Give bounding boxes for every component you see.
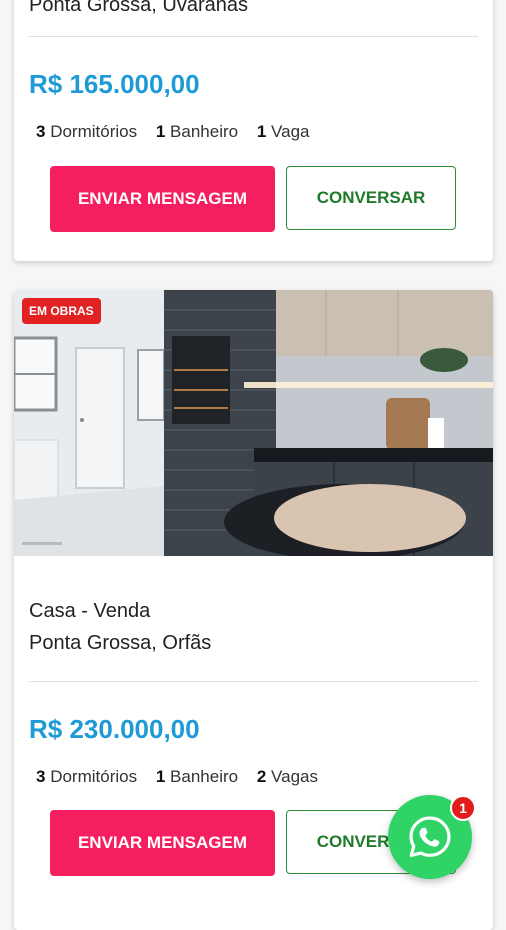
divider xyxy=(29,681,478,682)
chat-button[interactable]: CONVERSAR xyxy=(286,166,456,230)
send-message-button[interactable]: ENVIAR MENSAGEM xyxy=(50,810,275,876)
bathrooms-count: 1 xyxy=(155,767,166,786)
send-message-button[interactable]: ENVIAR MENSAGEM xyxy=(50,166,275,232)
divider xyxy=(29,36,478,37)
listing-location: Ponta Grossa, Uvaranas xyxy=(29,0,248,16)
listing-card[interactable]: Ponta Grossa, Uvaranas R$ 165.000,00 3 D… xyxy=(14,0,493,261)
bedrooms-count: 3 xyxy=(36,767,46,786)
notification-badge: 1 xyxy=(450,795,476,821)
whatsapp-icon xyxy=(409,816,451,858)
listing-type: Casa - Venda xyxy=(29,600,151,622)
listing-photo[interactable]: EM OBRAS xyxy=(14,290,493,556)
listing-features: 3 Dormitórios 1 Banheiro 2 Vagas xyxy=(36,767,318,787)
parking-count: 1 xyxy=(256,122,267,141)
bathrooms-label: Banheiro xyxy=(170,767,239,786)
bedrooms-count: 3 xyxy=(36,122,46,141)
parking-label: Vaga xyxy=(271,122,310,141)
bedrooms-label: Dormitórios xyxy=(50,767,138,786)
bathrooms-count: 1 xyxy=(155,122,166,141)
listing-price: R$ 230.000,00 xyxy=(29,714,200,744)
listing-features: 3 Dormitórios 1 Banheiro 1 Vaga xyxy=(36,122,310,142)
listing-location: Ponta Grossa, Orfãs xyxy=(29,632,212,654)
parking-label: Vagas xyxy=(271,767,318,786)
bedrooms-label: Dormitórios xyxy=(50,122,138,141)
parking-count: 2 xyxy=(256,767,267,786)
listing-price: R$ 165.000,00 xyxy=(29,69,200,99)
listing-photo-image xyxy=(14,290,493,556)
bathrooms-label: Banheiro xyxy=(170,122,239,141)
status-badge: EM OBRAS xyxy=(22,298,101,324)
